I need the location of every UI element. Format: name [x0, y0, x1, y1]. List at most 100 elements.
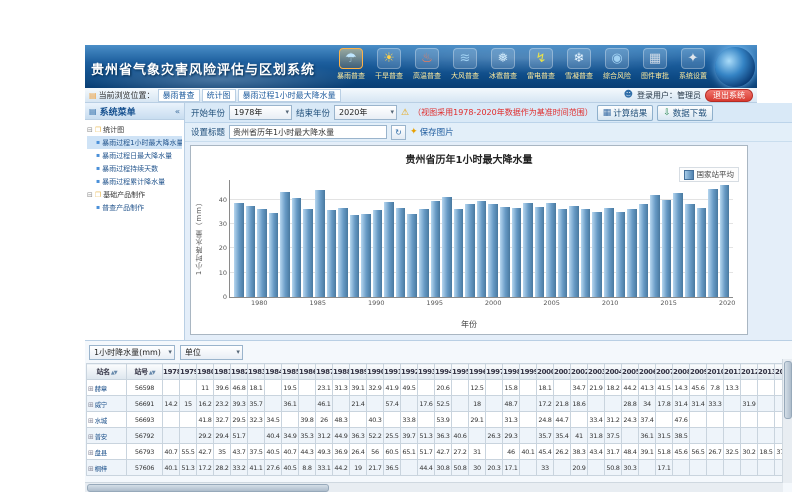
- value-cell: 44.2: [622, 380, 639, 396]
- column-header-year[interactable]: 1999: [520, 364, 537, 380]
- column-header-year[interactable]: 2009: [690, 364, 707, 380]
- expander-icon[interactable]: ⊟: [87, 191, 93, 199]
- table-vertical-scrollbar[interactable]: [782, 359, 792, 483]
- column-header-year[interactable]: 1986: [299, 364, 316, 380]
- column-header-year[interactable]: 1991: [384, 364, 401, 380]
- column-header-year[interactable]: 2001: [554, 364, 571, 380]
- value-cell: 31.4: [673, 396, 690, 412]
- expand-row-icon[interactable]: ⊞: [88, 401, 94, 409]
- element-filter-select[interactable]: 1小时降水量(mm): [89, 345, 175, 360]
- save-image-icon: ✦: [410, 127, 418, 137]
- bar-2018: [697, 208, 707, 297]
- nav-item-heat[interactable]: ♨高温普查: [411, 48, 443, 81]
- expand-row-icon[interactable]: ⊞: [88, 433, 94, 441]
- sidebar-item[interactable]: ▪普查产品制作: [87, 201, 182, 214]
- column-header-year[interactable]: 1990: [367, 364, 384, 380]
- expander-icon[interactable]: ⊟: [87, 126, 93, 134]
- vertical-scroll-thumb[interactable]: [784, 361, 792, 419]
- nav-item-hail[interactable]: ❅冰雹普查: [487, 48, 519, 81]
- nav-item-snow[interactable]: ❄雪凝普查: [563, 48, 595, 81]
- column-header-year[interactable]: 2000: [537, 364, 554, 380]
- unit-filter-select[interactable]: 单位: [180, 345, 243, 360]
- column-header-year[interactable]: 2007: [656, 364, 673, 380]
- element-filter-value: 1小时降水量(mm): [94, 348, 161, 357]
- value-cell: [486, 444, 503, 460]
- column-header-year[interactable]: 1983: [248, 364, 265, 380]
- value-cell: 18.5: [758, 444, 775, 460]
- sort-icon[interactable]: ▲▼: [149, 370, 155, 376]
- column-header-year[interactable]: 1980: [197, 364, 214, 380]
- nav-item-drought[interactable]: ☀干旱普查: [373, 48, 405, 81]
- breadcrumb-item-1[interactable]: 暴雨普查: [158, 89, 200, 102]
- sort-icon[interactable]: ▲▼: [111, 370, 117, 376]
- nav-item-settings[interactable]: ✦系统设置: [677, 48, 709, 81]
- sidebar-item[interactable]: ▪暴雨过程累计降水量: [87, 175, 182, 188]
- chart-title-input[interactable]: [229, 125, 387, 139]
- column-header-year[interactable]: 1982: [231, 364, 248, 380]
- column-header-year[interactable]: 2008: [673, 364, 690, 380]
- column-header-year[interactable]: 1989: [350, 364, 367, 380]
- column-header-year[interactable]: 1998: [503, 364, 520, 380]
- expand-row-icon[interactable]: ⊞: [88, 465, 94, 473]
- column-header-year[interactable]: 1984: [265, 364, 282, 380]
- data-download-button-label: 数据下载: [673, 107, 707, 119]
- value-cell: 31.7: [605, 444, 622, 460]
- nav-item-wind[interactable]: ≋大风普查: [449, 48, 481, 81]
- value-cell: 12.5: [469, 380, 486, 396]
- nav-item-lightning[interactable]: ↯雷电普查: [525, 48, 557, 81]
- calculate-button[interactable]: ▦ 计算结果: [597, 105, 654, 121]
- horizontal-scroll-thumb[interactable]: [87, 484, 329, 492]
- column-header-year[interactable]: 2004: [605, 364, 622, 380]
- value-cell: [758, 428, 775, 444]
- tree-group-1[interactable]: ⊟❐统计图: [87, 123, 182, 136]
- value-cell: [758, 380, 775, 396]
- column-header-year[interactable]: 2012: [741, 364, 758, 380]
- value-cell: [639, 460, 656, 476]
- value-cell: 31.9: [741, 396, 758, 412]
- nav-item-risk[interactable]: ◉综合风险: [601, 48, 633, 81]
- column-header-year[interactable]: 2013: [758, 364, 775, 380]
- column-header-year[interactable]: 1992: [401, 364, 418, 380]
- value-cell: 35.3: [299, 428, 316, 444]
- start-year-select[interactable]: 1978年: [229, 105, 292, 120]
- column-header-year[interactable]: 1994: [435, 364, 452, 380]
- column-header-id[interactable]: 站号▲▼: [127, 364, 163, 380]
- expand-row-icon[interactable]: ⊞: [88, 449, 94, 457]
- table-horizontal-scrollbar[interactable]: [85, 482, 783, 492]
- column-header-year[interactable]: 1981: [214, 364, 231, 380]
- column-header-year[interactable]: 1978: [163, 364, 180, 380]
- value-cell: 41.1: [248, 460, 265, 476]
- sidebar-item[interactable]: ▪暴雨过程1小时最大降水量: [87, 136, 182, 149]
- breadcrumb-item-2[interactable]: 统计图: [202, 89, 236, 102]
- column-header-year[interactable]: 2010: [707, 364, 724, 380]
- expand-row-icon[interactable]: ⊞: [88, 417, 94, 425]
- column-header-year[interactable]: 1988: [333, 364, 350, 380]
- collapse-sidebar-icon[interactable]: «: [175, 107, 180, 116]
- save-image-link[interactable]: ✦ 保存图片: [410, 126, 454, 138]
- column-header-year[interactable]: 1987: [316, 364, 333, 380]
- logout-button[interactable]: 退出系统: [705, 89, 753, 102]
- tree-group-2[interactable]: ⊟❐基础产品制作: [87, 188, 182, 201]
- sidebar-item[interactable]: ▪暴雨过程持续天数: [87, 162, 182, 175]
- nav-item-approval[interactable]: ▦图件审批: [639, 48, 671, 81]
- column-header-year[interactable]: 2002: [571, 364, 588, 380]
- refresh-title-button[interactable]: ↻: [391, 125, 406, 140]
- column-header-year[interactable]: 1996: [469, 364, 486, 380]
- value-cell: [520, 428, 537, 444]
- column-header-year[interactable]: 1979: [180, 364, 197, 380]
- nav-item-rainstorm[interactable]: ☂暴雨普查: [335, 48, 367, 81]
- expand-row-icon[interactable]: ⊞: [88, 385, 94, 393]
- data-download-button[interactable]: ⇩ 数据下载: [657, 105, 713, 121]
- column-header-year[interactable]: 2011: [724, 364, 741, 380]
- breadcrumb-item-3[interactable]: 暴雨过程1小时最大降水量: [238, 89, 341, 102]
- end-year-select[interactable]: 2020年: [334, 105, 397, 120]
- column-header-year[interactable]: 1995: [452, 364, 469, 380]
- column-header-year[interactable]: 2003: [588, 364, 605, 380]
- sidebar-item[interactable]: ▪暴雨过程日最大降水量: [87, 149, 182, 162]
- column-header-year[interactable]: 1985: [282, 364, 299, 380]
- column-header-year[interactable]: 2006: [639, 364, 656, 380]
- column-header-year[interactable]: 1997: [486, 364, 503, 380]
- column-header-year[interactable]: 1993: [418, 364, 435, 380]
- column-header-year[interactable]: 2005: [622, 364, 639, 380]
- column-header-station[interactable]: 站名▲▼: [87, 364, 127, 380]
